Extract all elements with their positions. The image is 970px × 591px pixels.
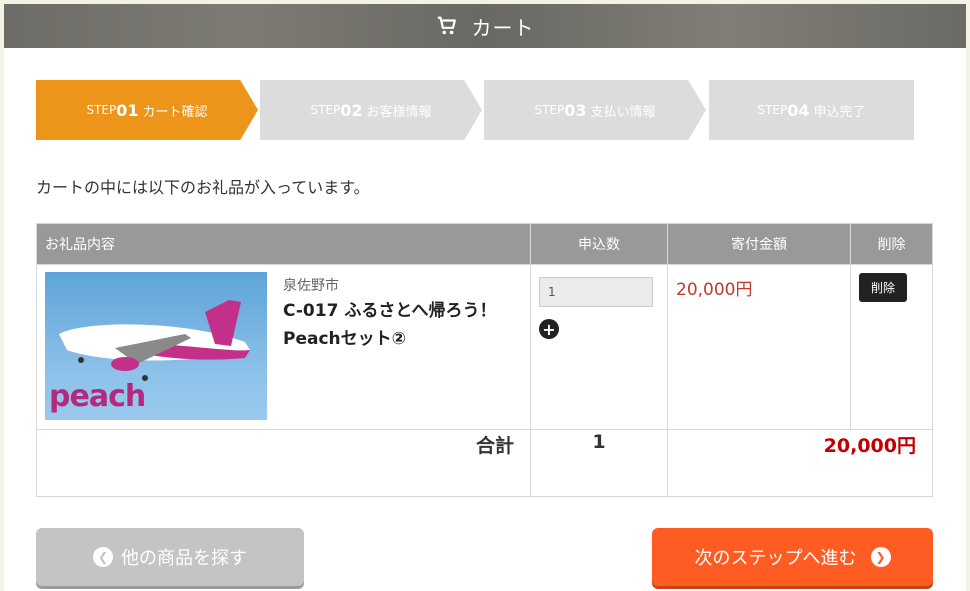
step-3: STEP 03 支払い情報 [484, 80, 706, 140]
header-delete: 削除 [850, 223, 933, 265]
total-qty: 1 [530, 429, 668, 497]
total-amount: 20,000円 [667, 429, 933, 497]
amount-cell: 20,000円 [667, 264, 851, 430]
chevron-left-icon: ❮ [93, 547, 113, 567]
peach-logo: peach [49, 379, 146, 414]
step-2: STEP 02 お客様情報 [260, 80, 482, 140]
city-name: 泉佐野市 [283, 278, 339, 294]
header-item: お礼品内容 [36, 223, 531, 265]
page-header: カート [4, 4, 966, 48]
next-step-button[interactable]: 次のステップへ進む ❯ [652, 528, 933, 586]
step-4: STEP 04 申込完了 [709, 80, 914, 140]
plus-icon[interactable]: + [539, 319, 559, 339]
step-1: STEP 01 カート確認 [36, 80, 258, 140]
step-indicator: STEP 01 カート確認 STEP 02 お客様情報 STEP 03 支払い情報 STEP… [36, 80, 932, 140]
cart-table: お礼品内容 申込数 寄付金額 削除 peach 泉佐野市 C-017 ふるさとへ… [36, 223, 933, 497]
header-amount: 寄付金額 [667, 223, 851, 265]
cart-icon [437, 16, 456, 35]
table-row: peach 泉佐野市 C-017 ふるさとへ帰ろう！Peachセット② + 20… [36, 264, 933, 430]
header-qty: 申込数 [530, 223, 668, 265]
back-button[interactable]: ❮ 他の商品を探す [36, 528, 304, 586]
back-button-label: 他の商品を探す [121, 548, 247, 569]
quantity-input[interactable] [539, 277, 653, 307]
chevron-right-icon: ❯ [870, 547, 891, 567]
next-button-label: 次のステップへ進む [694, 548, 857, 569]
item-cell: peach 泉佐野市 C-017 ふるさとへ帰ろう！Peachセット② [36, 264, 531, 430]
total-label: 合計 [36, 429, 531, 497]
qty-cell: + [530, 264, 668, 430]
page-title: カート [471, 15, 535, 40]
product-image[interactable]: peach [45, 272, 267, 420]
total-row: 合計 1 20,000円 [36, 429, 933, 497]
cart-intro-text: カートの中には以下のお礼品が入っています。 [36, 178, 370, 197]
product-name[interactable]: C-017 ふるさとへ帰ろう！Peachセット② [283, 297, 513, 353]
table-header-row: お礼品内容 申込数 寄付金額 削除 [36, 223, 933, 265]
delete-button[interactable]: 削除 [859, 273, 908, 302]
delete-cell: 削除 [850, 264, 933, 430]
